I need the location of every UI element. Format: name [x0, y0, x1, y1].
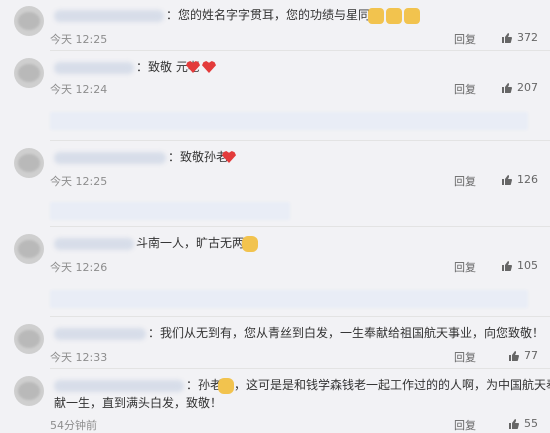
avatar[interactable] [14, 58, 44, 88]
comment-time: 今天 12:33 [50, 351, 108, 364]
comment-time: 今天 12:26 [50, 261, 108, 274]
like-button[interactable]: 372 [501, 31, 538, 44]
like-count: 372 [517, 31, 538, 44]
reply-button[interactable]: 回复 [454, 81, 476, 97]
comment-feed: ：您的姓名字字贯耳，您的功绩与星同恒 今天 12:25 回复 372 ：致敬 元… [0, 0, 550, 432]
username-blur[interactable] [54, 380, 184, 392]
comment-time: 54分钟前 [50, 419, 97, 432]
username-blur[interactable] [54, 62, 134, 74]
like-button[interactable]: 105 [501, 259, 538, 272]
thumbs-up-emoji-icon [368, 8, 384, 24]
thumbs-up-icon [502, 82, 512, 93]
reply-button[interactable]: 回复 [454, 31, 476, 47]
divider [50, 140, 550, 141]
like-button[interactable]: 126 [501, 173, 538, 186]
like-count: 207 [517, 81, 538, 94]
divider [50, 50, 550, 51]
comment-text: ：您的姓名字字贯耳，您的功绩与星同恒 [166, 8, 383, 22]
comment-text: 斗南一人，旷古无两 [136, 236, 245, 250]
thumbs-up-icon [502, 260, 512, 271]
username-blur[interactable] [54, 10, 164, 22]
like-count: 126 [517, 173, 538, 186]
pray-emoji-icon [218, 378, 234, 394]
thumbs-up-emoji-icon [404, 8, 420, 24]
avatar[interactable] [14, 234, 44, 264]
like-button[interactable]: 207 [501, 81, 538, 94]
reply-button[interactable]: 回复 [454, 173, 476, 189]
avatar[interactable] [14, 324, 44, 354]
like-count: 77 [524, 349, 538, 362]
comment-text-middle: ，这可是是和钱学森钱老一起工作过的的人啊，为中国航天奉 [234, 378, 550, 392]
avatar[interactable] [14, 6, 44, 36]
divider [50, 368, 550, 369]
comment-text-start: ：孙老 [186, 378, 223, 392]
thumbs-up-icon [502, 174, 512, 185]
like-button[interactable]: 77 [508, 349, 538, 362]
reply-preview-blur[interactable] [50, 290, 528, 308]
thumbs-up-icon [509, 418, 519, 429]
username-blur[interactable] [54, 238, 134, 250]
divider [50, 316, 550, 317]
thumbs-up-icon [502, 32, 512, 43]
like-button[interactable]: 55 [508, 417, 538, 430]
like-count: 105 [517, 259, 538, 272]
heart-emoji-icon [202, 61, 216, 73]
comment-time: 今天 12:25 [50, 33, 108, 46]
reply-button[interactable]: 回复 [454, 349, 476, 365]
comment-text: ：我们从无到有，您从青丝到白发，一生奉献给祖国航天事业，向您致敬！ [148, 326, 545, 340]
username-blur[interactable] [54, 152, 166, 164]
avatar[interactable] [14, 148, 44, 178]
reply-button[interactable]: 回复 [454, 259, 476, 275]
thumbs-up-icon [509, 350, 519, 361]
thumbs-up-emoji-icon [386, 8, 402, 24]
divider [50, 226, 550, 227]
comment-time: 今天 12:25 [50, 175, 108, 188]
comment-text-end: 献一生，直到满头白发，致敬！ [54, 396, 223, 410]
like-count: 55 [524, 417, 538, 430]
username-blur[interactable] [54, 328, 146, 340]
reply-preview-blur[interactable] [50, 112, 528, 130]
comment-text: ：致敬孙老 [168, 150, 229, 164]
pray-emoji-icon [242, 236, 258, 252]
reply-button[interactable]: 回复 [454, 417, 476, 433]
avatar[interactable] [14, 376, 44, 406]
comment-time: 今天 12:24 [50, 83, 108, 96]
reply-preview-blur[interactable] [50, 202, 290, 220]
